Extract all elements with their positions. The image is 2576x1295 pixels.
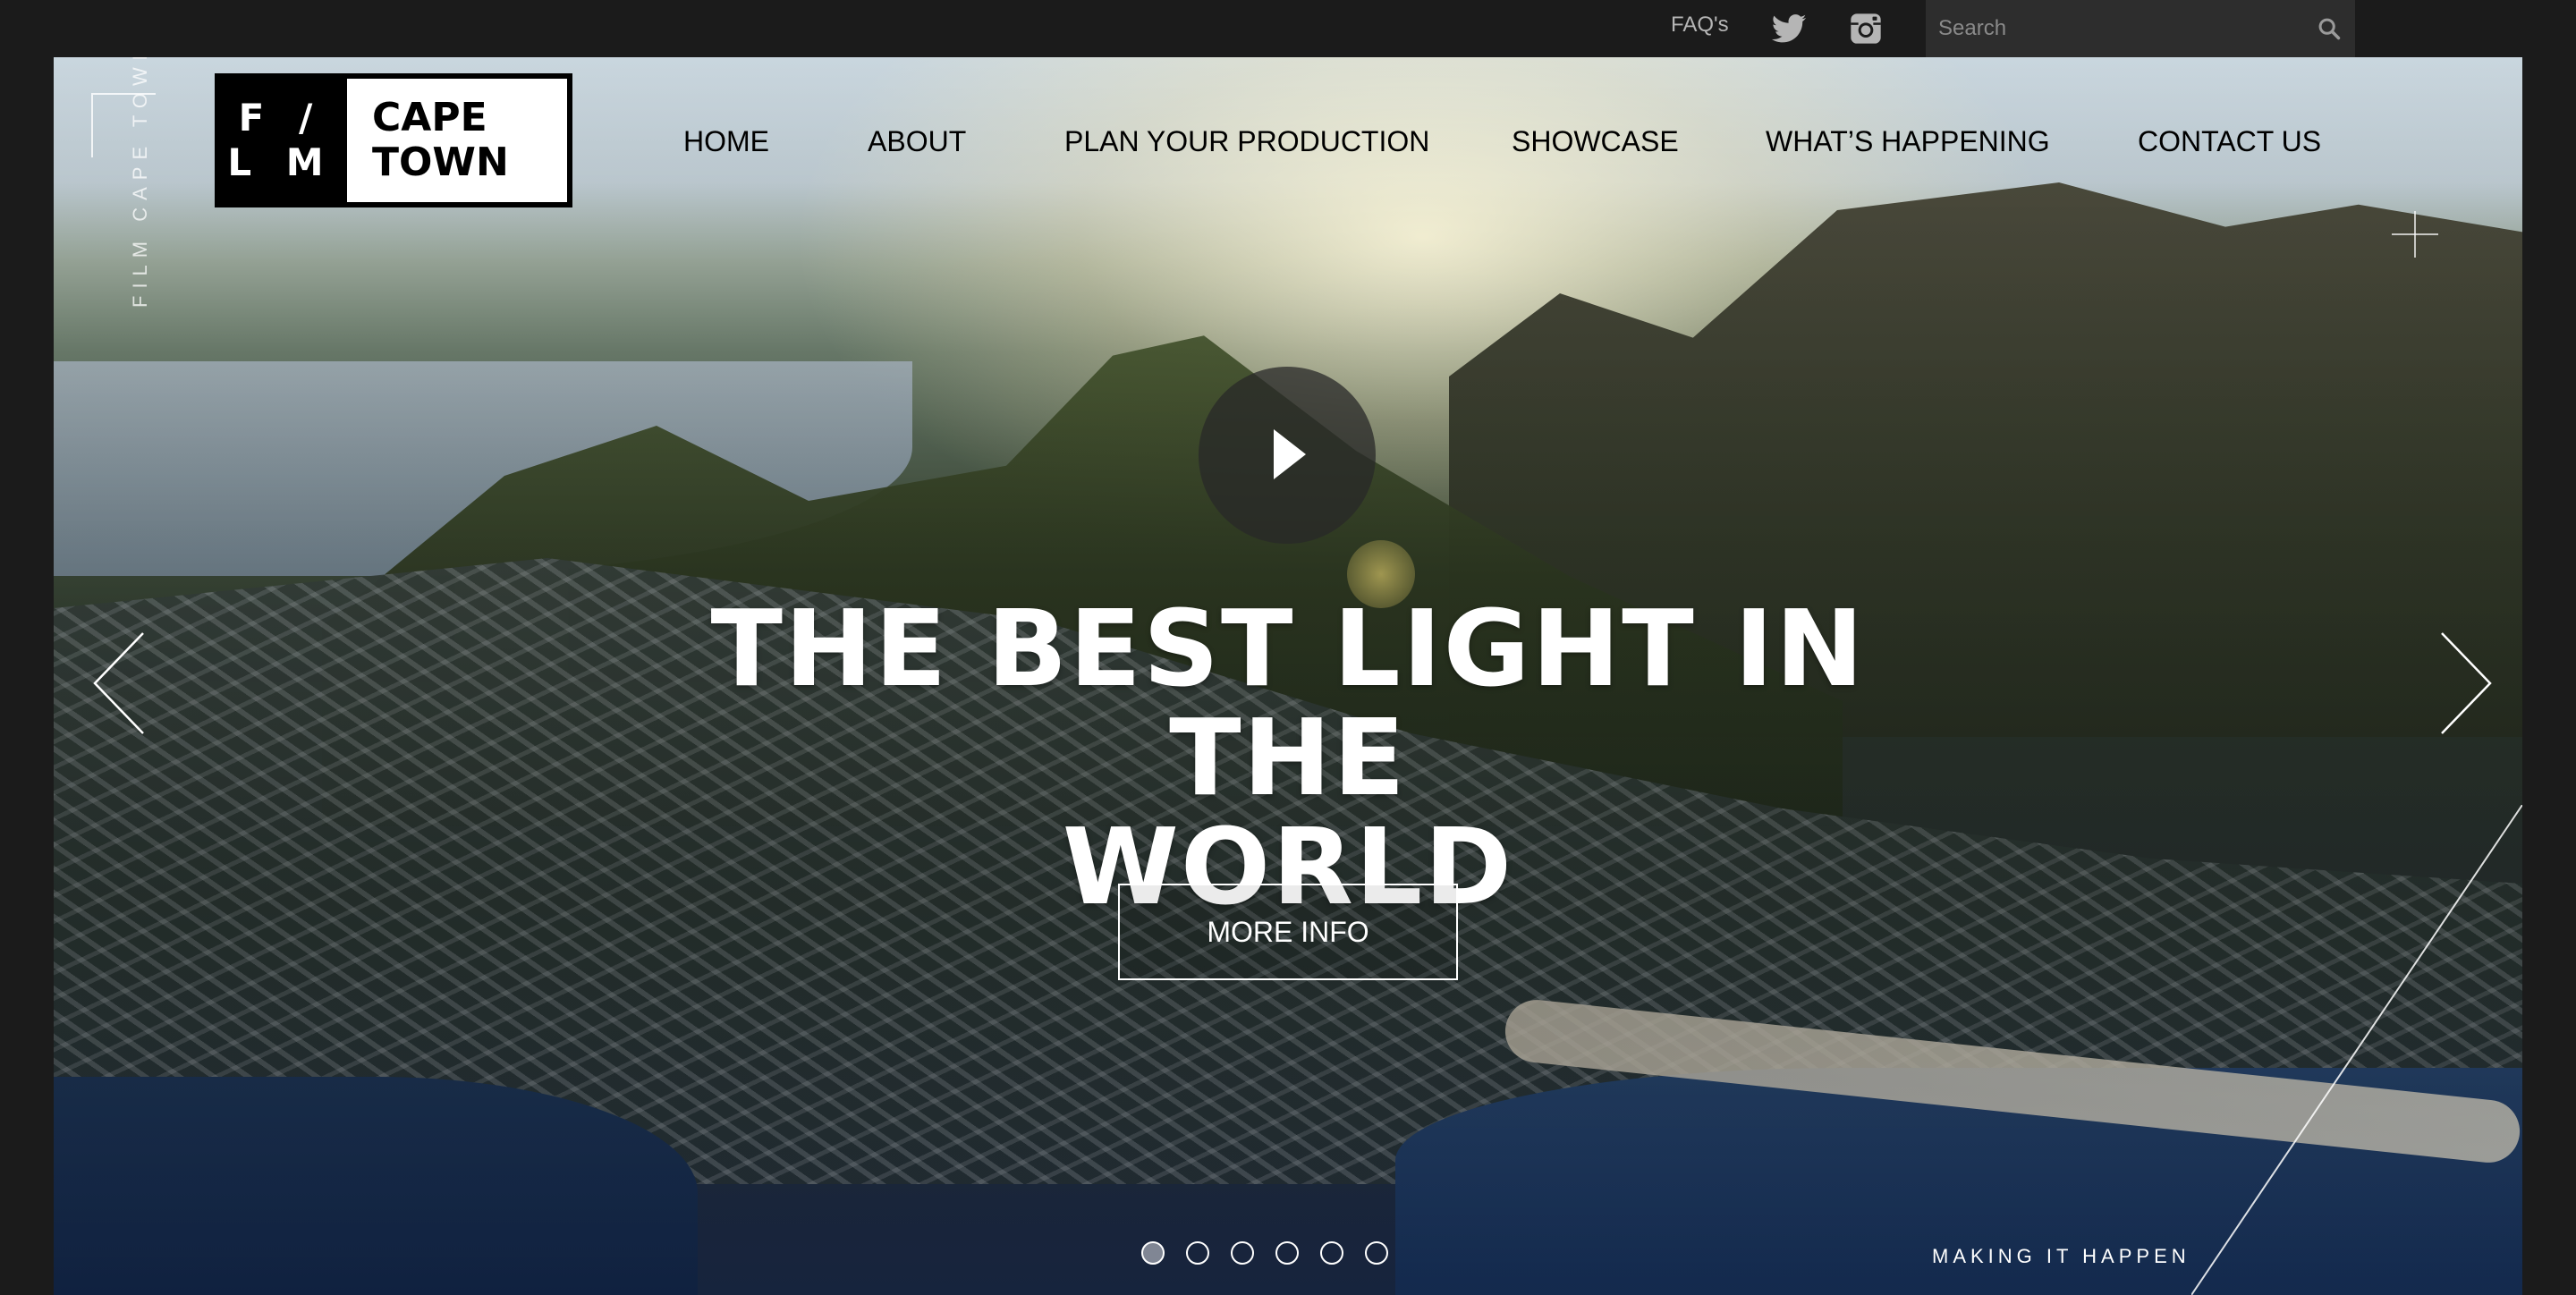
twitter-icon[interactable] <box>1771 14 1807 43</box>
play-icon <box>1274 429 1306 479</box>
nav-plan-your-production[interactable]: PLAN YOUR PRODUCTION <box>1064 125 1429 158</box>
slide-indicators <box>1141 1241 1388 1265</box>
plus-icon <box>2392 211 2438 258</box>
faq-link[interactable]: FAQ's <box>1671 13 1729 38</box>
diagonal-line-decoration <box>2191 805 2522 1295</box>
logo-mark: F / L M <box>215 73 347 207</box>
hero-slider: FILM CAPE TOWN F / L M CAPE TOWN HOME AB… <box>54 57 2522 1295</box>
nav-about[interactable]: ABOUT <box>868 125 966 158</box>
slide-dot-2[interactable] <box>1186 1241 1209 1265</box>
hero-headline: THE BEST LIGHT IN THE WORLD <box>590 594 1986 921</box>
slide-dot-5[interactable] <box>1320 1241 1343 1265</box>
nav-contact-us[interactable]: CONTACT US <box>2138 125 2321 158</box>
side-label: FILM CAPE TOWN <box>129 57 151 308</box>
logo-name-line1: CAPE <box>372 95 487 140</box>
slide-dot-3[interactable] <box>1231 1241 1254 1265</box>
hero-headline-line1: THE BEST LIGHT IN THE <box>710 587 1866 819</box>
search-input[interactable] <box>1926 0 2355 57</box>
logo-mark-line1: F / <box>238 96 324 140</box>
nav-showcase[interactable]: SHOWCASE <box>1512 125 1679 158</box>
more-info-button[interactable]: MORE INFO <box>1118 884 1458 980</box>
tagline: MAKING IT HAPPEN <box>1932 1245 2190 1267</box>
site-logo[interactable]: F / L M CAPE TOWN <box>215 73 572 207</box>
slide-dot-4[interactable] <box>1275 1241 1299 1265</box>
instagram-icon[interactable] <box>1848 11 1884 47</box>
chevron-right-icon[interactable] <box>2433 630 2496 737</box>
slide-dot-1[interactable] <box>1141 1241 1165 1265</box>
nav-whats-happening[interactable]: WHAT’S HAPPENING <box>1766 125 2050 158</box>
nav-home[interactable]: HOME <box>683 125 769 158</box>
logo-mark-line2: L M <box>227 140 335 184</box>
logo-name: CAPE TOWN <box>347 79 567 202</box>
slide-dot-6[interactable] <box>1365 1241 1388 1265</box>
logo-name-line2: TOWN <box>372 140 509 185</box>
search-icon[interactable] <box>2317 16 2342 41</box>
play-video-button[interactable] <box>1199 367 1376 544</box>
top-bar: FAQ's <box>0 0 2576 57</box>
chevron-left-icon[interactable] <box>89 630 152 737</box>
